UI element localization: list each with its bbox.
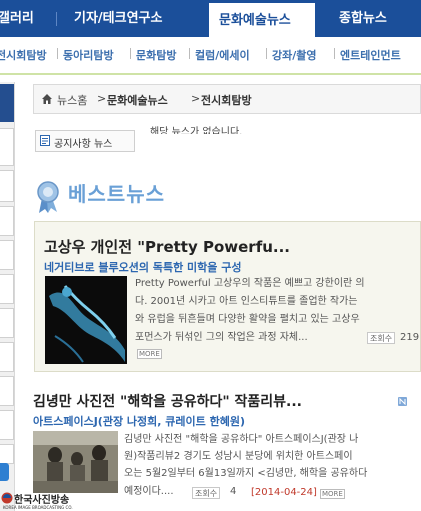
subnav-separator: [57, 48, 58, 59]
left-sidebar-box: [0, 170, 14, 202]
featured-article-line: 포먼스가 뒤섞인 그의 작업은 과정 자체...: [135, 332, 308, 343]
notice-label: 공지사항 뉴스: [54, 139, 113, 150]
nav-separator: [56, 12, 57, 26]
home-icon[interactable]: [41, 93, 53, 105]
subnav-separator: [266, 48, 267, 59]
best-news-title: 베스트뉴스: [68, 182, 165, 206]
breadcrumb-item-exhibition-tour: 전시회탐방: [201, 94, 252, 107]
article-more-button[interactable]: MORE: [320, 489, 345, 499]
sub-navigation-bar: 전시회탐방 동아리탐방 문화탐방 컬럼/에세이 강좌/촬영 엔트테인먼트: [0, 37, 421, 75]
article-line: 김녕만 사진전 "해학을 공유하다" 아트스페이스J(관장 나: [124, 434, 359, 445]
left-sidebar-box: [0, 342, 14, 372]
nav-tab-reporter-tech[interactable]: 기자/테크연구소: [74, 0, 162, 37]
nav-tab-general-news[interactable]: 종합뉴스: [339, 0, 387, 37]
featured-article-body-clip: Pretty Powerful 고상우의 작품은 예쁘고 강한이란 의 다. 2…: [128, 272, 421, 368]
article-date: [2014-04-24]: [251, 487, 317, 498]
featured-hit-count-value: 219: [400, 332, 420, 343]
left-sidebar-box: [0, 376, 14, 406]
featured-article-line: 다. 2001년 시카고 아트 인스티튜트를 졸업한 작가는: [135, 296, 358, 307]
best-news-award-icon: [37, 181, 59, 213]
top-navigation-bar: 갤러리 기자/테크연구소 문화예술뉴스 종합뉴스: [0, 0, 421, 37]
article-line: 원)작품리뷰2 경기도 성남시 분당에 위치한 아트스페이: [124, 451, 353, 462]
featured-hit-count-label: 조회수: [367, 332, 396, 344]
subnav-item-culture-tour[interactable]: 문화탐방: [136, 47, 176, 63]
featured-article-line: 와 유럽을 뒤흔들며 다양한 활약을 펼치고 있는 고상우: [135, 314, 360, 325]
notice-text: 해당 뉴스가 없습니다.: [150, 127, 243, 134]
featured-more-button[interactable]: MORE: [137, 349, 162, 359]
subnav-item-club-tour[interactable]: 동아리탐방: [63, 47, 114, 63]
subnav-item-exhibition-tour[interactable]: 전시회탐방: [0, 47, 47, 63]
featured-article-title[interactable]: 고상우 개인전 "Pretty Powerfu...: [44, 236, 290, 257]
left-sidebar-box: [0, 274, 14, 304]
subnav-item-entertainment[interactable]: 엔트테인먼트: [340, 47, 401, 63]
children-photo-image: [33, 431, 118, 493]
logo-subtext: KOREA IMAGE BROADCASTING CO.: [3, 505, 73, 510]
article-hit-count-label: 조회수: [192, 487, 221, 499]
left-sidebar-box: [0, 206, 14, 236]
subnav-separator: [334, 48, 335, 59]
left-sidebar-box: [0, 410, 14, 440]
left-sidebar-box: [0, 308, 14, 338]
article-title[interactable]: 김녕만 사진전 "해학을 공유하다" 작품리뷰...: [33, 391, 302, 411]
breadcrumb-separator: >: [191, 92, 201, 105]
logo-mark-icon: [1, 492, 13, 504]
breadcrumb-item-culture-arts[interactable]: 문화예술뉴스: [107, 92, 168, 108]
breadcrumb-separator: >: [97, 92, 107, 105]
left-sidebar-box: [0, 128, 14, 166]
article-thumbnail[interactable]: [33, 431, 118, 493]
featured-article-line: Pretty Powerful 고상우의 작품은 예쁘고 강한이란 의: [135, 278, 365, 289]
notice-text-clip: 해당 뉴스가 없습니다.: [140, 114, 421, 134]
nav-tab-culture-arts-news[interactable]: 문화예술뉴스: [209, 0, 315, 37]
article-hit-count-value: 4: [230, 486, 237, 497]
site-logo[interactable]: 한국사진방송 KOREA IMAGE BROADCASTING CO.: [0, 490, 73, 511]
new-badge-icon: [398, 397, 407, 406]
underwater-figure-image: [45, 276, 127, 364]
left-sidebar-tab[interactable]: [0, 463, 9, 481]
subnav-separator: [130, 48, 131, 59]
left-sidebar-header: [0, 84, 14, 122]
article-subtitle: 아트스페이스J(관장 나정희, 큐레이트 한혜원): [33, 415, 245, 428]
logo-text: 한국사진방송: [14, 495, 70, 506]
featured-article-thumbnail[interactable]: [45, 276, 127, 364]
left-sidebar-box: [0, 444, 14, 464]
breadcrumb-item-news-home[interactable]: 뉴스홈: [57, 92, 87, 108]
subnav-item-lecture-shooting[interactable]: 강좌/촬영: [272, 47, 317, 63]
subnav-separator: [189, 48, 190, 59]
nav-tab-gallery[interactable]: 갤러리: [0, 0, 34, 37]
article-line: 예정이다....: [124, 486, 174, 497]
article-line: 오는 5월2일부터 6월13일까지 <김녕만, 해학을 공유하다: [124, 468, 368, 479]
subnav-item-column-essay[interactable]: 컬럼/에세이: [195, 47, 250, 63]
document-icon: [40, 135, 50, 146]
breadcrumb: 뉴스홈 > 문화예술뉴스 > 전시회탐방: [33, 84, 421, 114]
left-sidebar-box: [0, 240, 14, 270]
